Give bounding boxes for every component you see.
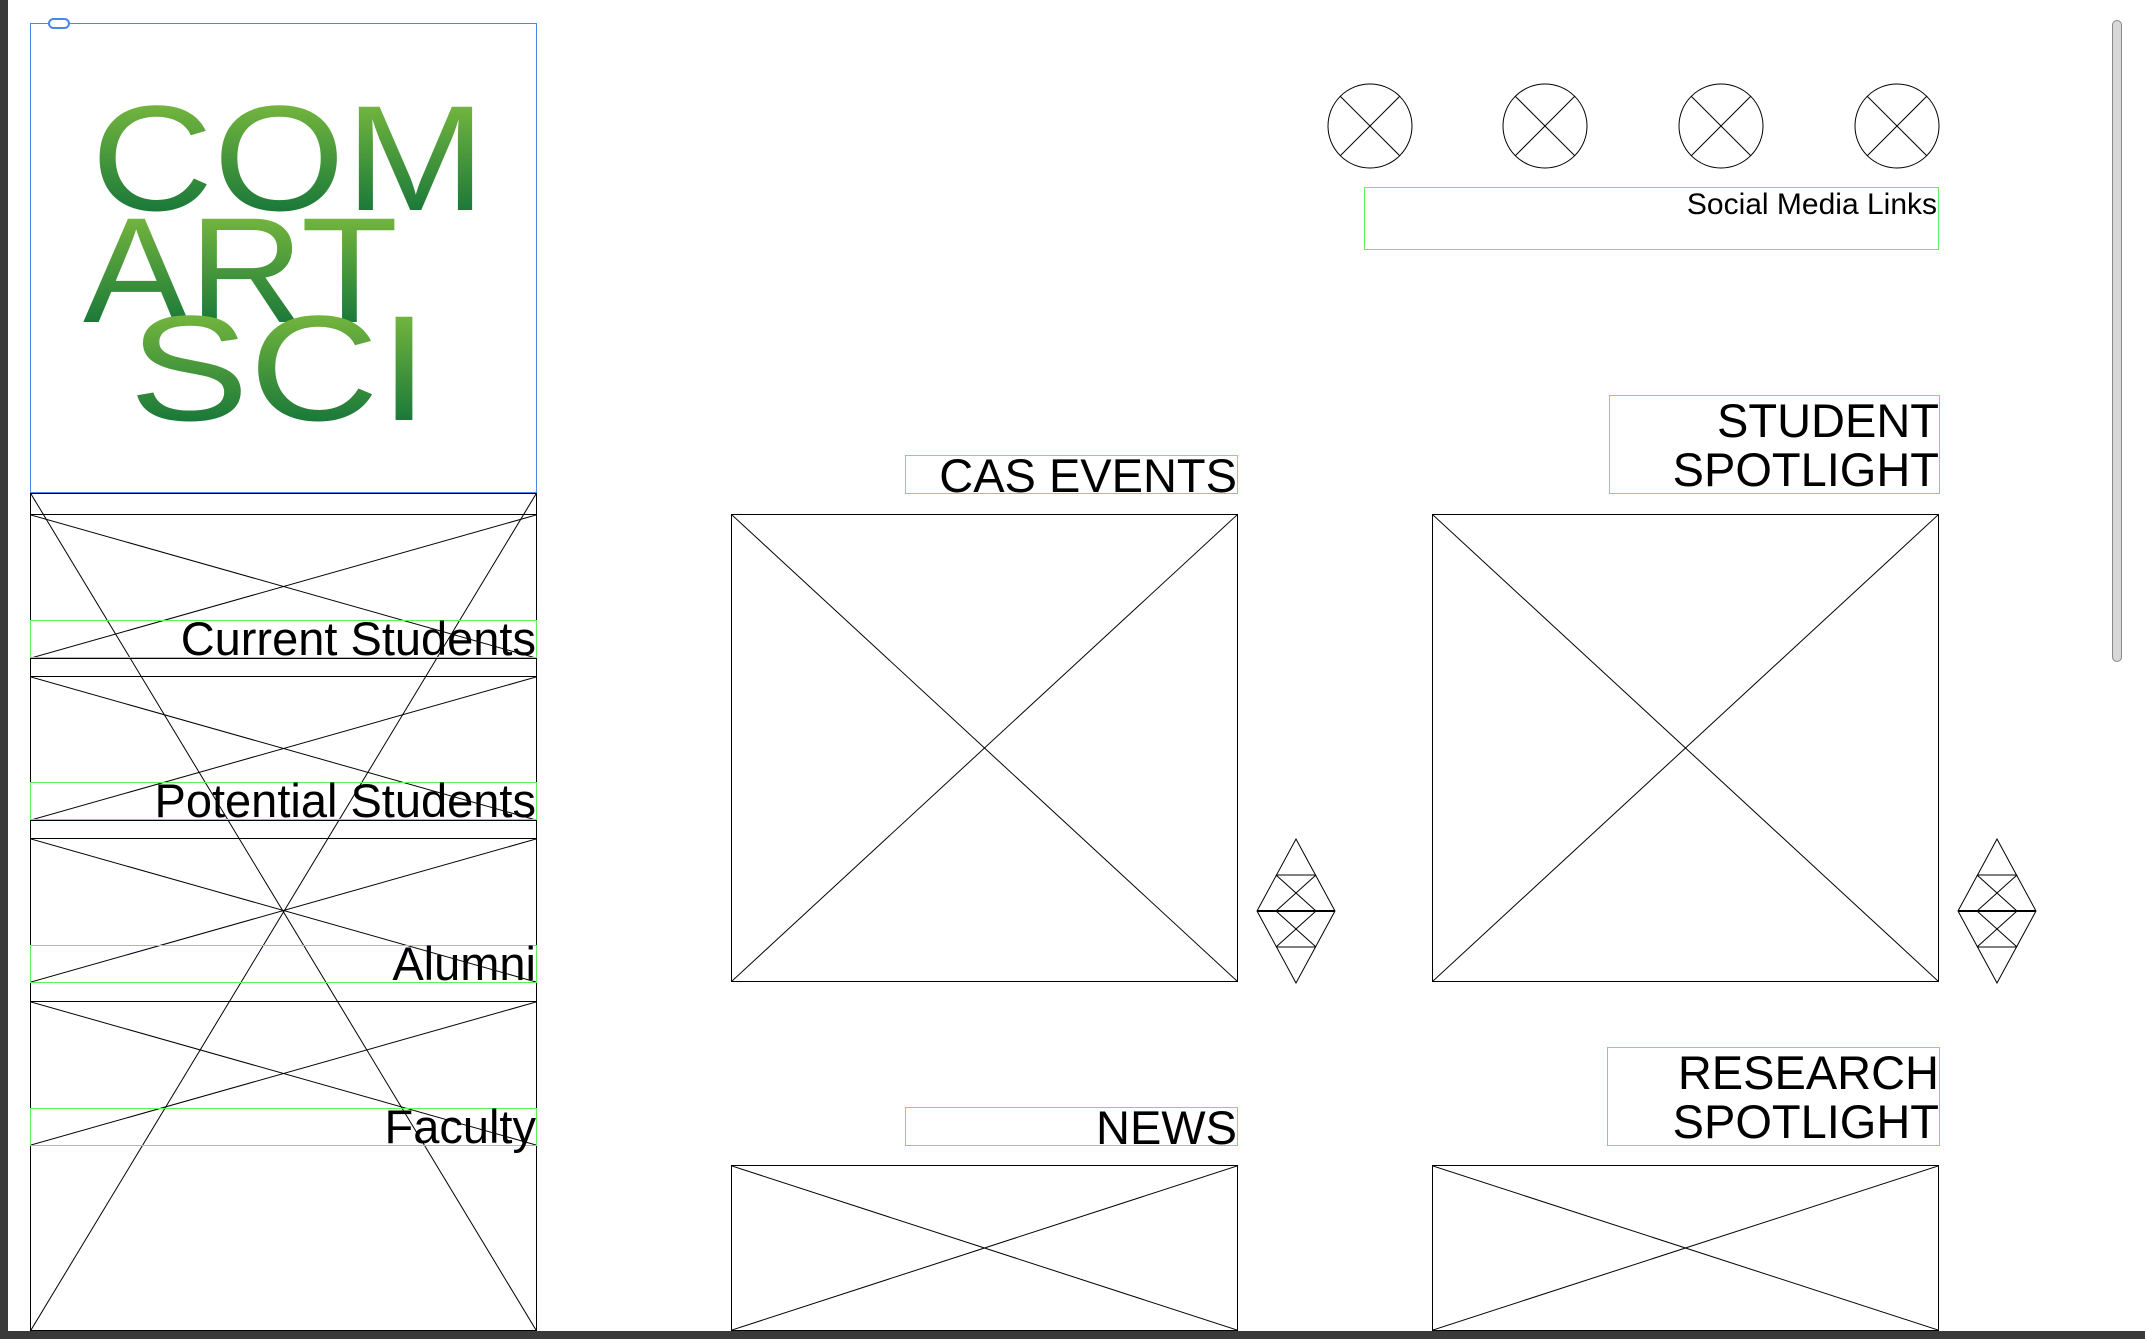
vertical-scrollbar[interactable] (2112, 20, 2122, 662)
social-icon-4[interactable] (1854, 83, 1940, 169)
cas-events-image[interactable] (731, 514, 1238, 982)
research-spotlight-line-1: RESEARCH (1677, 1046, 1939, 1099)
nav-item-potential-students[interactable]: Potential Students (30, 777, 537, 824)
student-spotlight-image[interactable] (1432, 514, 1939, 982)
social-media-links-label: Social Media Links (1364, 187, 1939, 250)
news-image[interactable] (731, 1165, 1238, 1331)
research-spotlight-line-2: SPOTLIGHT (1672, 1095, 1939, 1148)
logo-image: COM ART SCI (83, 74, 486, 452)
nav-item-current-students[interactable]: Current Students (30, 615, 537, 662)
nav-item-alumni[interactable]: Alumni (30, 940, 537, 987)
social-icon-3[interactable] (1678, 83, 1764, 169)
social-icon-2[interactable] (1502, 83, 1588, 169)
link-icon[interactable] (48, 18, 70, 29)
nav-item-faculty[interactable]: Faculty (30, 1103, 537, 1150)
cas-events-carousel-arrows-icon[interactable] (1256, 838, 1336, 984)
logo-frame[interactable]: COM ART SCI (30, 23, 537, 493)
student-spotlight-heading: STUDENT SPOTLIGHT (1609, 395, 1940, 494)
logo-line-3: SCI (129, 284, 429, 452)
research-spotlight-image[interactable] (1432, 1165, 1939, 1331)
window-bottom-border (0, 1331, 2145, 1339)
news-heading: NEWS (905, 1104, 1238, 1151)
social-icon-1[interactable] (1327, 83, 1413, 169)
window-left-border (0, 0, 8, 1339)
cas-events-heading: CAS EVENTS (905, 452, 1238, 499)
student-spotlight-line-1: STUDENT (1717, 394, 1939, 447)
research-spotlight-heading: RESEARCH SPOTLIGHT (1607, 1047, 1940, 1146)
student-spotlight-line-2: SPOTLIGHT (1672, 443, 1939, 496)
student-spotlight-carousel-arrows-icon[interactable] (1957, 838, 2037, 984)
